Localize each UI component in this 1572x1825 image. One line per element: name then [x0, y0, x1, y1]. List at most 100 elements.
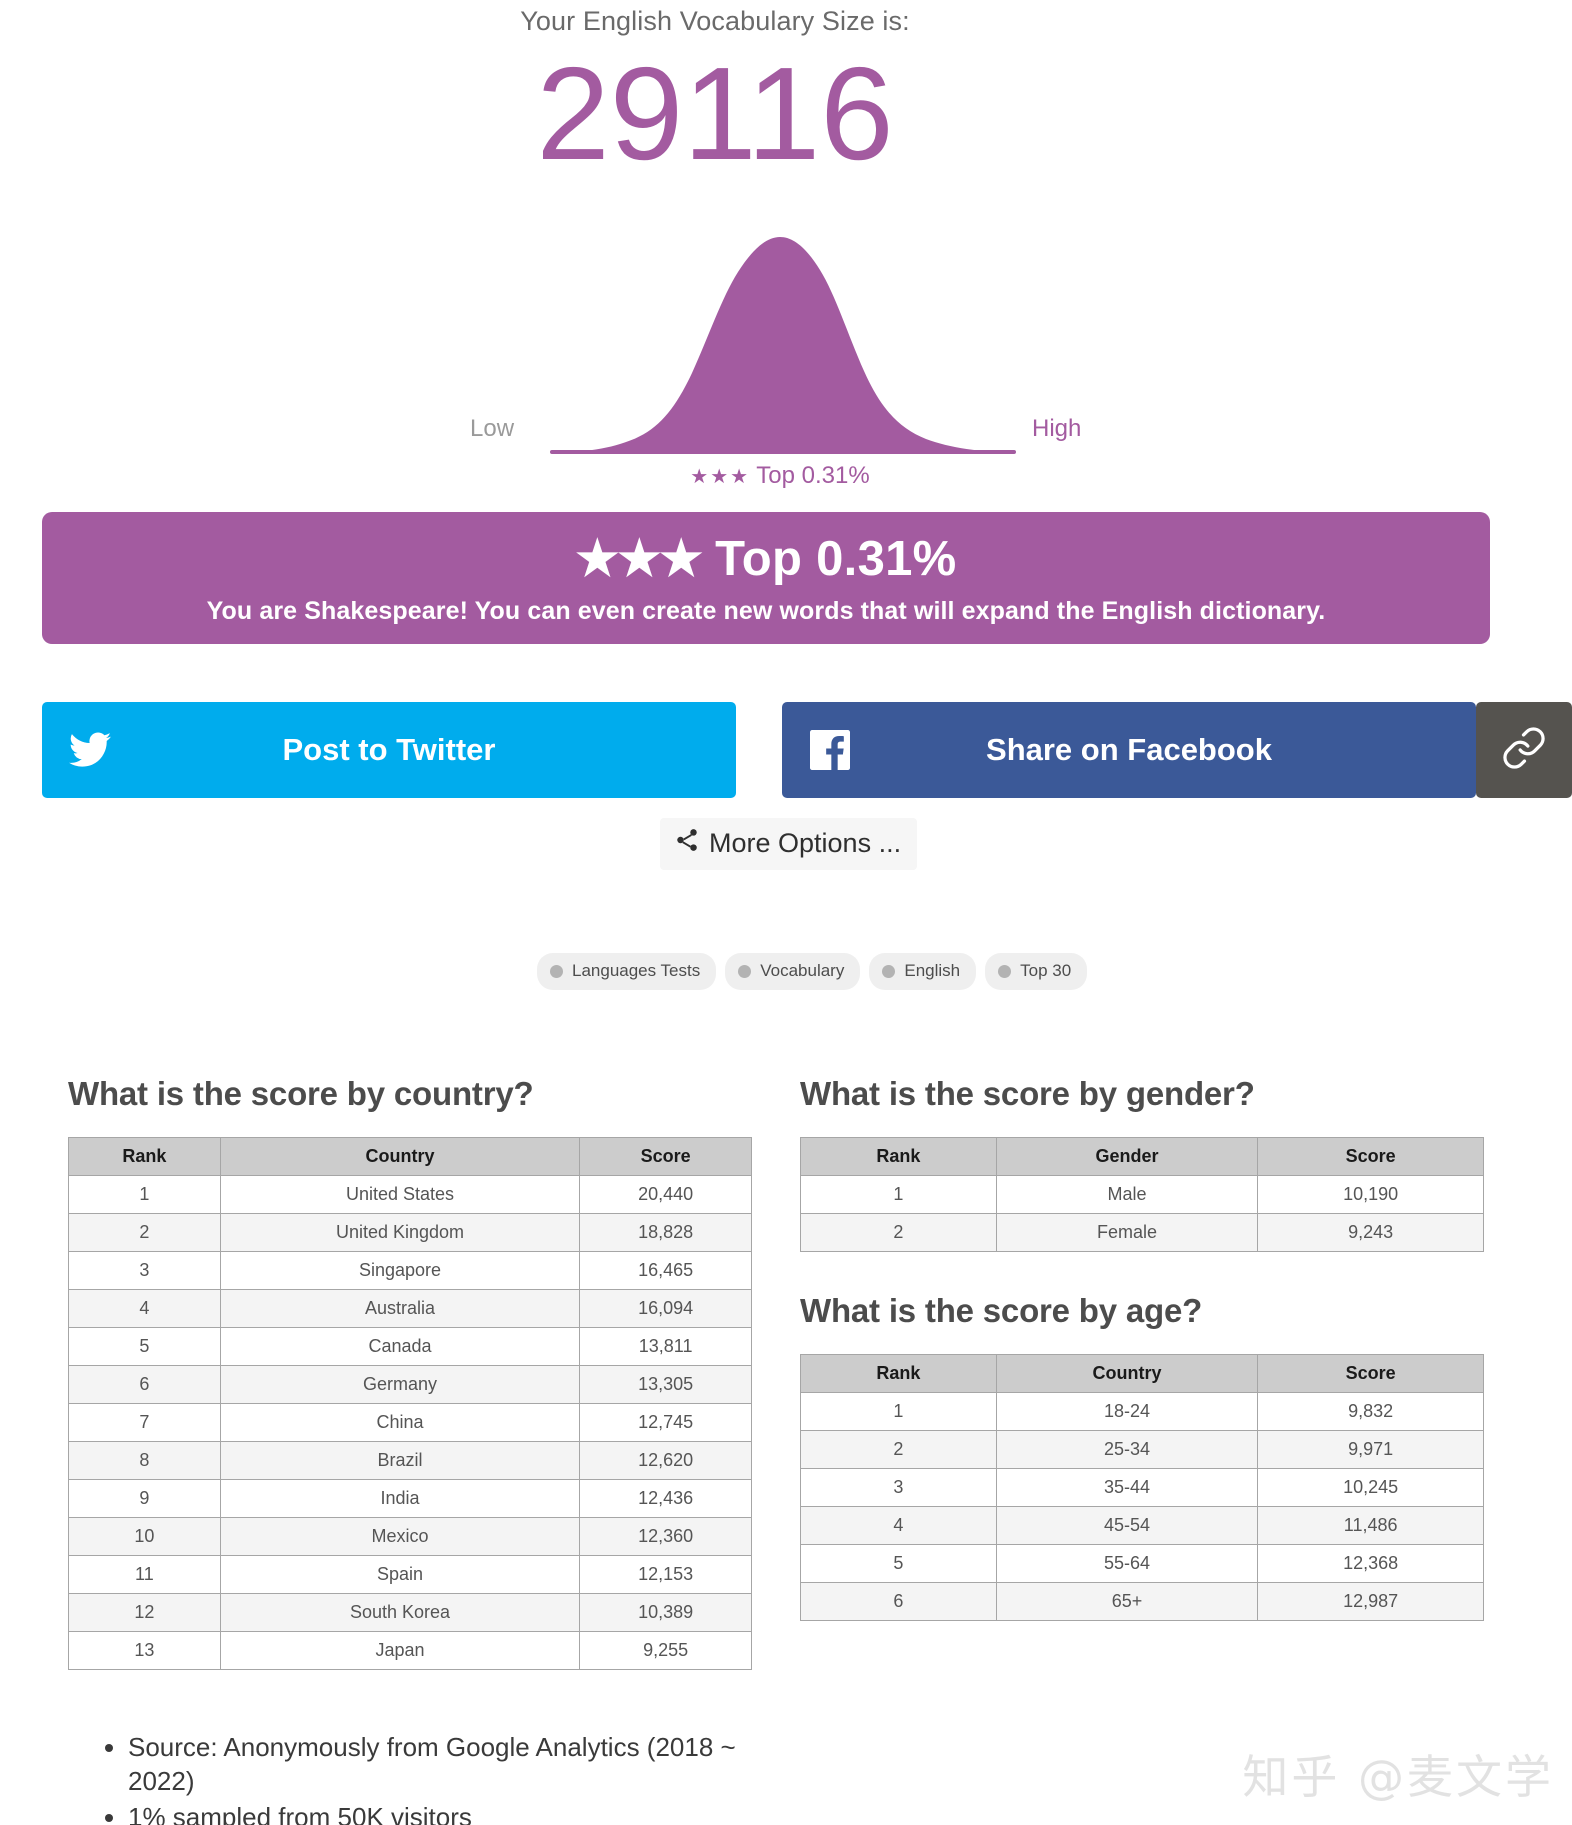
cell-score: 10,190	[1257, 1175, 1484, 1214]
cell-score: 11,486	[1257, 1506, 1484, 1545]
cell-score: 10,245	[1257, 1468, 1484, 1507]
cell-rank: 3	[800, 1468, 997, 1507]
result-page: Your English Vocabulary Size is: 29116 L…	[0, 0, 1572, 1825]
cell-age: 45-54	[995, 1506, 1259, 1545]
share-on-facebook-button[interactable]: Share on Facebook	[782, 702, 1476, 798]
cell-score: 13,811	[579, 1327, 752, 1366]
column-header-score: Score	[1257, 1137, 1484, 1176]
page-title: Your English Vocabulary Size is:	[520, 6, 910, 36]
cell-age: 65+	[995, 1582, 1259, 1621]
tag-label: English	[904, 961, 961, 980]
cell-rank: 2	[68, 1213, 221, 1252]
gender-section-title: What is the score by gender?	[800, 1075, 1255, 1112]
table-row: 7 China 12,745	[68, 1403, 752, 1442]
distribution-chart	[0, 225, 1430, 460]
tag-label: Languages Tests	[572, 961, 701, 980]
gender-table: Rank Gender Score 1 Male 10,190 2 Female 9,2…	[800, 1137, 1484, 1252]
cell-score: 20,440	[579, 1175, 752, 1214]
cell-rank: 7	[68, 1403, 221, 1442]
column-header-country: Country	[219, 1137, 581, 1176]
cell-score: 12,360	[579, 1517, 752, 1556]
table-row: 2 United Kingdom 18,828	[68, 1213, 752, 1252]
age-section-title: What is the score by age?	[800, 1292, 1203, 1329]
twitter-icon	[42, 732, 138, 768]
cell-rank: 6	[800, 1582, 997, 1621]
table-row: 5 55-64 12,368	[800, 1544, 1484, 1583]
post-to-twitter-button[interactable]: Post to Twitter	[42, 702, 736, 798]
cell-score: 9,832	[1257, 1392, 1484, 1431]
cell-country: Brazil	[219, 1441, 581, 1480]
tag-label: Top 30	[1020, 961, 1072, 980]
cell-score: 9,243	[1257, 1213, 1484, 1252]
share-on-facebook-label: Share on Facebook	[986, 732, 1272, 767]
cell-rank: 11	[68, 1555, 221, 1594]
cell-age: 55-64	[995, 1544, 1259, 1583]
vocabulary-score: 29116	[536, 40, 894, 187]
banner-title-label: Top 0.31%	[715, 532, 957, 586]
link-icon	[1501, 725, 1547, 776]
cell-score: 12,987	[1257, 1582, 1484, 1621]
note-item: Source: Anonymously from Google Analytic…	[128, 1730, 740, 1798]
country-table-body: 1 United States 20,440 2 United Kingdom 18,8…	[68, 1175, 752, 1670]
cell-country: China	[219, 1403, 581, 1442]
cell-country: Japan	[219, 1631, 581, 1670]
cell-score: 13,305	[579, 1365, 752, 1404]
share-buttons: Post to Twitter Share on Facebook	[42, 702, 1572, 798]
note-item: 1% sampled from 50K visitors	[128, 1800, 740, 1825]
table-row: 5 Canada 13,811	[68, 1327, 752, 1366]
column-header-gender: Gender	[995, 1137, 1259, 1176]
tag-chip[interactable]: Vocabulary	[725, 953, 861, 990]
table-row: 2 Female 9,243	[800, 1213, 1484, 1252]
tag-dot-icon	[738, 964, 752, 978]
column-header-rank: Rank	[800, 1354, 997, 1393]
cell-age: 25-34	[995, 1430, 1259, 1469]
cell-rank: 8	[68, 1441, 221, 1480]
column-header-score: Score	[579, 1137, 752, 1176]
table-row: 8 Brazil 12,620	[68, 1441, 752, 1480]
cell-score: 12,153	[579, 1555, 752, 1594]
cell-gender: Female	[995, 1213, 1259, 1252]
curve-low-label: Low	[470, 415, 515, 442]
tag-label: Vocabulary	[760, 961, 845, 980]
percentile-banner: ★★★ Top 0.31% You are Shakespeare! You c…	[42, 512, 1490, 644]
cell-rank: 4	[800, 1506, 997, 1545]
cell-rank: 10	[68, 1517, 221, 1556]
more-options-button[interactable]: More Options ...	[660, 818, 918, 870]
cell-score: 10,389	[579, 1593, 752, 1632]
country-section-title: What is the score by country?	[68, 1075, 534, 1112]
tag-chip[interactable]: English	[869, 953, 977, 990]
tag-chip[interactable]: Languages Tests	[537, 953, 717, 990]
table-row: 3 35-44 10,245	[800, 1468, 1484, 1507]
cell-country: United Kingdom	[219, 1213, 581, 1252]
more-options-label: More Options ...	[709, 828, 902, 858]
cell-rank: 2	[800, 1430, 997, 1469]
cell-country: Germany	[219, 1365, 581, 1404]
cell-country: South Korea	[219, 1593, 581, 1632]
bell-curve-svg	[550, 237, 1016, 454]
table-row: 13 Japan 9,255	[68, 1631, 752, 1670]
cell-score: 18,828	[579, 1213, 752, 1252]
tag-chip[interactable]: Top 30	[985, 953, 1088, 990]
percentile-inline: ★★★ Top 0.31%	[0, 462, 1430, 490]
banner-subtitle: You are Shakespeare! You can even create…	[206, 597, 1326, 625]
age-table-body: 1 18-24 9,832 2 25-34 9,971 3 35-44 10,245 4 45…	[800, 1392, 1484, 1621]
cell-rank: 3	[68, 1251, 221, 1290]
country-table: Rank Country Score 1 United States 20,440 …	[68, 1137, 752, 1670]
tag-dot-icon	[882, 964, 896, 978]
star-rating-icon: ★★★	[690, 466, 751, 488]
cell-country: Mexico	[219, 1517, 581, 1556]
post-to-twitter-label: Post to Twitter	[282, 732, 496, 767]
cell-rank: 6	[68, 1365, 221, 1404]
column-header-country: Country	[995, 1354, 1259, 1393]
copy-link-button[interactable]	[1476, 702, 1572, 798]
source-notes: Source: Anonymously from Google Analytic…	[100, 1730, 740, 1825]
share-icon	[674, 827, 700, 860]
table-row: 6 65+ 12,987	[800, 1582, 1484, 1621]
cell-score: 16,094	[579, 1289, 752, 1328]
cell-rank: 9	[68, 1479, 221, 1518]
table-header-row: Rank Country Score	[800, 1354, 1484, 1393]
column-header-score: Score	[1257, 1354, 1484, 1393]
table-header-row: Rank Gender Score	[800, 1137, 1484, 1176]
score-by-gender-age-section: What is the score by gender? Rank Gender…	[800, 1075, 1490, 1621]
score-by-country-section: What is the score by country? Rank Count…	[68, 1075, 758, 1670]
